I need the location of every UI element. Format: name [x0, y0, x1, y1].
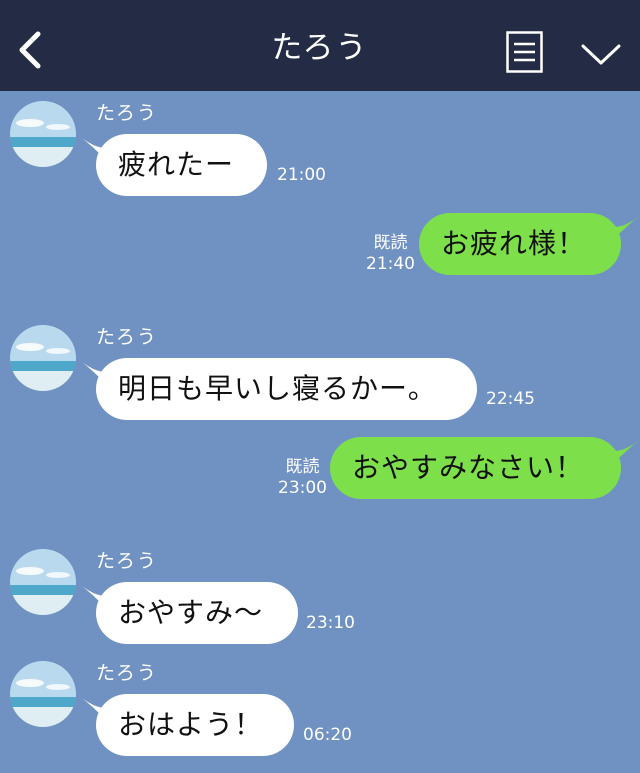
sender-name: たろう: [96, 550, 158, 572]
message-text: 疲れたー: [118, 148, 235, 181]
sender-name: たろう: [96, 102, 158, 124]
read-receipt: 既読: [285, 457, 320, 477]
bubble-tail: [614, 217, 638, 239]
avatar[interactable]: [10, 661, 76, 727]
chat-header: たろう: [0, 0, 640, 91]
avatar[interactable]: [10, 101, 76, 167]
menu-icon[interactable]: [506, 31, 543, 73]
message-time: 06:20: [303, 725, 352, 745]
chat-title: たろう: [271, 30, 369, 66]
message-bubble[interactable]: おはよう！: [96, 694, 294, 756]
message-meta: 既読 23:00: [278, 457, 327, 499]
message-text: おやすみなさい！: [352, 451, 585, 484]
message-time: 21:00: [277, 165, 326, 185]
message-bubble[interactable]: お疲れ様！: [419, 213, 621, 275]
message-time: 22:45: [486, 389, 535, 409]
message-bubble[interactable]: おやすみ〜: [96, 582, 298, 644]
message-text: おはよう！: [118, 708, 264, 741]
message-time: 23:10: [306, 613, 355, 633]
message-bubble[interactable]: 疲れたー: [96, 134, 267, 196]
message-meta: 既読 21:40: [366, 233, 415, 275]
sender-name: たろう: [96, 662, 158, 684]
avatar[interactable]: [10, 549, 76, 615]
message-text: おやすみ〜: [118, 596, 264, 629]
message-text: 明日も早いし寝るかー。: [118, 372, 437, 405]
read-receipt: 既読: [373, 233, 408, 253]
sender-name: たろう: [96, 326, 158, 348]
message-time: 21:40: [366, 254, 415, 274]
message-bubble[interactable]: おやすみなさい！: [330, 437, 621, 499]
message-time: 23:00: [278, 478, 327, 498]
avatar[interactable]: [10, 325, 76, 391]
message-bubble[interactable]: 明日も早いし寝るかー。: [96, 358, 477, 420]
chevron-down-icon[interactable]: [580, 40, 622, 68]
message-text: お疲れ様！: [441, 227, 587, 260]
bubble-tail: [614, 441, 638, 463]
